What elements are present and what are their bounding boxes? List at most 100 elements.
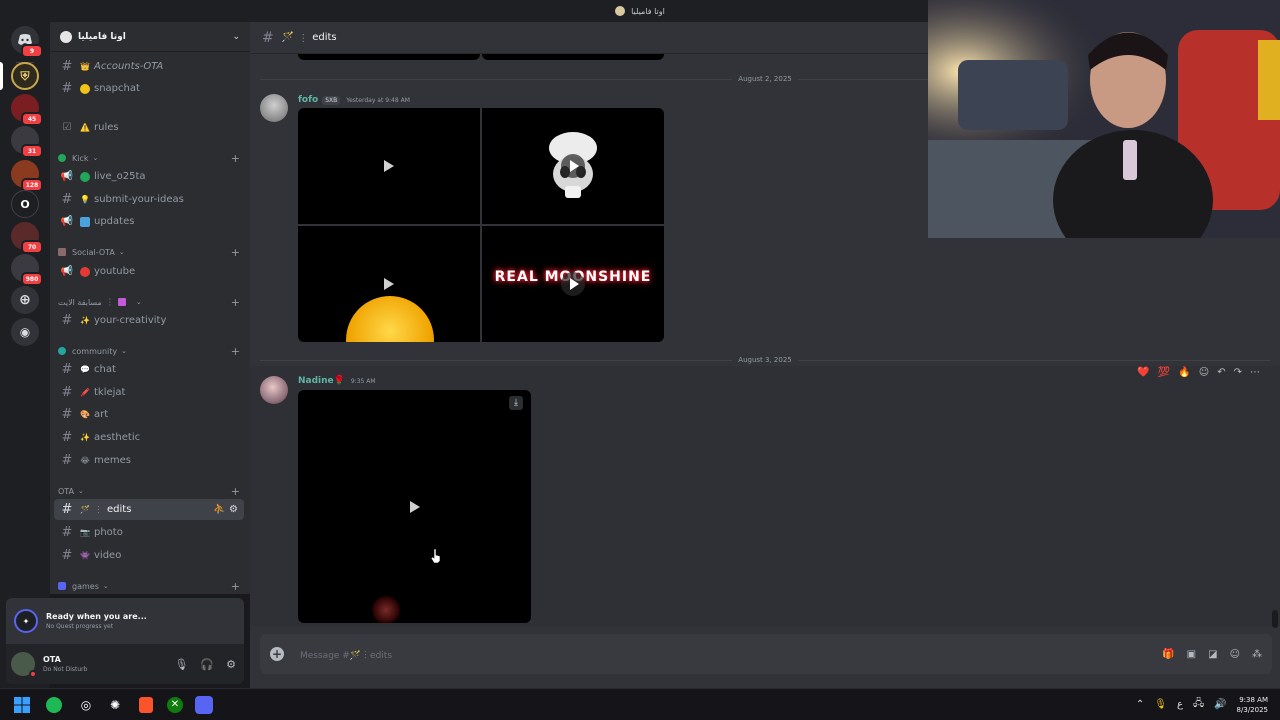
microphone-icon[interactable]: 🎙 [174, 658, 188, 671]
hash-icon: # [61, 430, 73, 445]
message-author[interactable]: fofo [298, 95, 318, 105]
channel-accounts[interactable]: # 👑 Accounts-OTA [54, 56, 244, 77]
quest-panel[interactable]: ✦ Ready when you are... No Quest progres… [6, 598, 244, 644]
previous-video-tile[interactable] [298, 54, 480, 60]
channel-updates[interactable]: 📢 updates [54, 211, 244, 232]
avatar[interactable] [260, 94, 288, 122]
play-icon[interactable] [561, 272, 585, 296]
category-community[interactable]: community ⌄ + [58, 343, 244, 359]
reply-icon[interactable]: ↶ [1217, 367, 1225, 378]
direct-messages-button[interactable]: 9 [11, 26, 43, 58]
language-indicator[interactable]: ع [1177, 699, 1183, 710]
download-icon[interactable]: ⤓ [509, 396, 523, 410]
attach-plus-icon[interactable]: + [270, 647, 284, 661]
discover-button[interactable]: ◉ [11, 318, 39, 346]
gear-icon[interactable]: ⚙ [226, 658, 236, 671]
channel-youtube[interactable]: 📢 youtube [54, 261, 244, 282]
message-author[interactable]: Nadine🌹 [298, 376, 345, 386]
gift-icon[interactable]: 🎁 [1162, 649, 1174, 660]
channel-video[interactable]: # 👾 video [54, 545, 244, 566]
scrollbar[interactable] [1272, 610, 1278, 628]
clock-time: 9:38 AM [1239, 695, 1268, 704]
channel-creativity[interactable]: # ✨ your-creativity [54, 310, 244, 331]
play-icon[interactable] [561, 154, 585, 178]
avatar[interactable] [260, 376, 288, 404]
forward-icon[interactable]: ↷ [1234, 367, 1242, 378]
chevron-up-icon[interactable]: ⌃ [1136, 699, 1144, 710]
server-folder-4[interactable]: 980 [11, 254, 43, 286]
xbox-icon[interactable]: ✕ [167, 696, 183, 713]
category-games[interactable]: games ⌄ + [58, 578, 244, 594]
clock[interactable]: 9:38 AM 8/3/2025 [1237, 695, 1268, 715]
add-server-button[interactable]: ⊕ [11, 286, 39, 314]
brave-browser-icon[interactable] [139, 696, 153, 713]
spotify-icon[interactable] [46, 696, 62, 713]
video-tile[interactable] [298, 108, 480, 224]
add-reaction-icon[interactable]: ☺ [1199, 367, 1209, 378]
play-icon[interactable] [409, 500, 420, 513]
message-composer[interactable]: + Message #🪄︙edits 🎁 ▣ ◪ ☺ ⁂ [260, 634, 1272, 674]
channel-snapchat[interactable]: # snapchat [54, 78, 244, 99]
emoji-icon[interactable]: ☺ [1230, 649, 1240, 660]
channel-edits[interactable]: # 🪄 ︙ edits ⛹ ⚙ [54, 499, 244, 520]
server-icon [60, 30, 72, 43]
add-channel-icon[interactable]: + [231, 580, 240, 593]
channel-rules[interactable]: ☑ ⚠️ rules [54, 117, 244, 138]
play-icon[interactable] [384, 160, 394, 172]
channel-memes[interactable]: # 😂 memes [54, 450, 244, 471]
avatar[interactable] [11, 652, 37, 678]
gear-icon[interactable]: ⚙ [229, 504, 238, 515]
guild-tag[interactable]: SXB [322, 95, 341, 105]
server-ota[interactable]: ⛨ [11, 62, 39, 90]
category-social[interactable]: Social-OTA ⌄ + [58, 244, 244, 260]
server-o[interactable]: O [11, 190, 39, 218]
reaction-heart[interactable]: ❤️ [1137, 367, 1149, 378]
channel-photo[interactable]: # 📷 photo [54, 522, 244, 543]
add-channel-icon[interactable]: + [231, 246, 240, 259]
add-channel-icon[interactable]: + [231, 296, 240, 309]
channel-tklejat[interactable]: # 🖍️ tklejat [54, 382, 244, 403]
chatgpt-icon[interactable]: ✺ [105, 695, 125, 715]
microphone-in-use-icon[interactable]: 🎙 [1154, 699, 1167, 710]
video-tile[interactable] [482, 108, 664, 224]
network-icon[interactable]: 🖧 [1193, 696, 1204, 713]
speaker-icon[interactable]: 🔊 [1214, 699, 1226, 710]
server-folder-1[interactable]: 31 [11, 126, 43, 158]
previous-video-tile[interactable] [482, 54, 664, 60]
channel-label: rules [94, 122, 119, 133]
reaction-fire[interactable]: 🔥 [1178, 367, 1190, 378]
category-ota[interactable]: OTA ⌄ + [58, 483, 244, 499]
create-invite-icon[interactable]: ⛹ [213, 504, 225, 515]
channel-live[interactable]: 📢 live_o25ta [54, 166, 244, 187]
obs-icon[interactable]: ◎ [76, 695, 96, 715]
channel-label: tklejat [94, 387, 126, 398]
server-header[interactable]: اوتا فاميليا ⌄ [50, 22, 250, 52]
apps-icon[interactable]: ⁂ [1252, 649, 1262, 660]
channel-label: your-creativity [94, 315, 167, 326]
windows-start-icon[interactable] [12, 695, 32, 715]
channel-aesthetic[interactable]: # ✨ aesthetic [54, 427, 244, 448]
video-tile[interactable] [298, 226, 480, 342]
headphones-icon[interactable]: 🎧 [200, 658, 214, 671]
message-input[interactable]: Message #🪄︙edits [300, 648, 392, 661]
channel-art[interactable]: # 🎨 art [54, 404, 244, 425]
gif-icon[interactable]: ▣ [1187, 649, 1196, 660]
add-channel-icon[interactable]: + [231, 485, 240, 498]
add-channel-icon[interactable]: + [231, 152, 240, 165]
reaction-100[interactable]: 💯 [1158, 367, 1170, 378]
server-folder-3[interactable]: 70 [11, 222, 43, 254]
discord-taskbar-icon[interactable] [195, 695, 213, 714]
sticker-icon[interactable]: ◪ [1208, 649, 1217, 660]
video-tile[interactable]: REAL MOONSHINE [482, 226, 664, 342]
server-red[interactable]: 45 [11, 94, 43, 126]
message-header: Nadine🌹 9:35 AM [298, 376, 376, 386]
server-folder-2[interactable]: 128 [11, 160, 43, 192]
play-icon[interactable] [384, 278, 394, 290]
category-kick[interactable]: Kick ⌄ + [58, 150, 244, 166]
video-player[interactable]: ⤓ [298, 390, 531, 623]
category-contest[interactable]: مسابقة الايت ︙ ⌄ + [58, 294, 244, 310]
channel-chat[interactable]: # 💬 chat [54, 359, 244, 380]
channel-ideas[interactable]: # 💡 submit-your-ideas [54, 189, 244, 210]
add-channel-icon[interactable]: + [231, 345, 240, 358]
more-icon[interactable]: ⋯ [1250, 367, 1260, 378]
